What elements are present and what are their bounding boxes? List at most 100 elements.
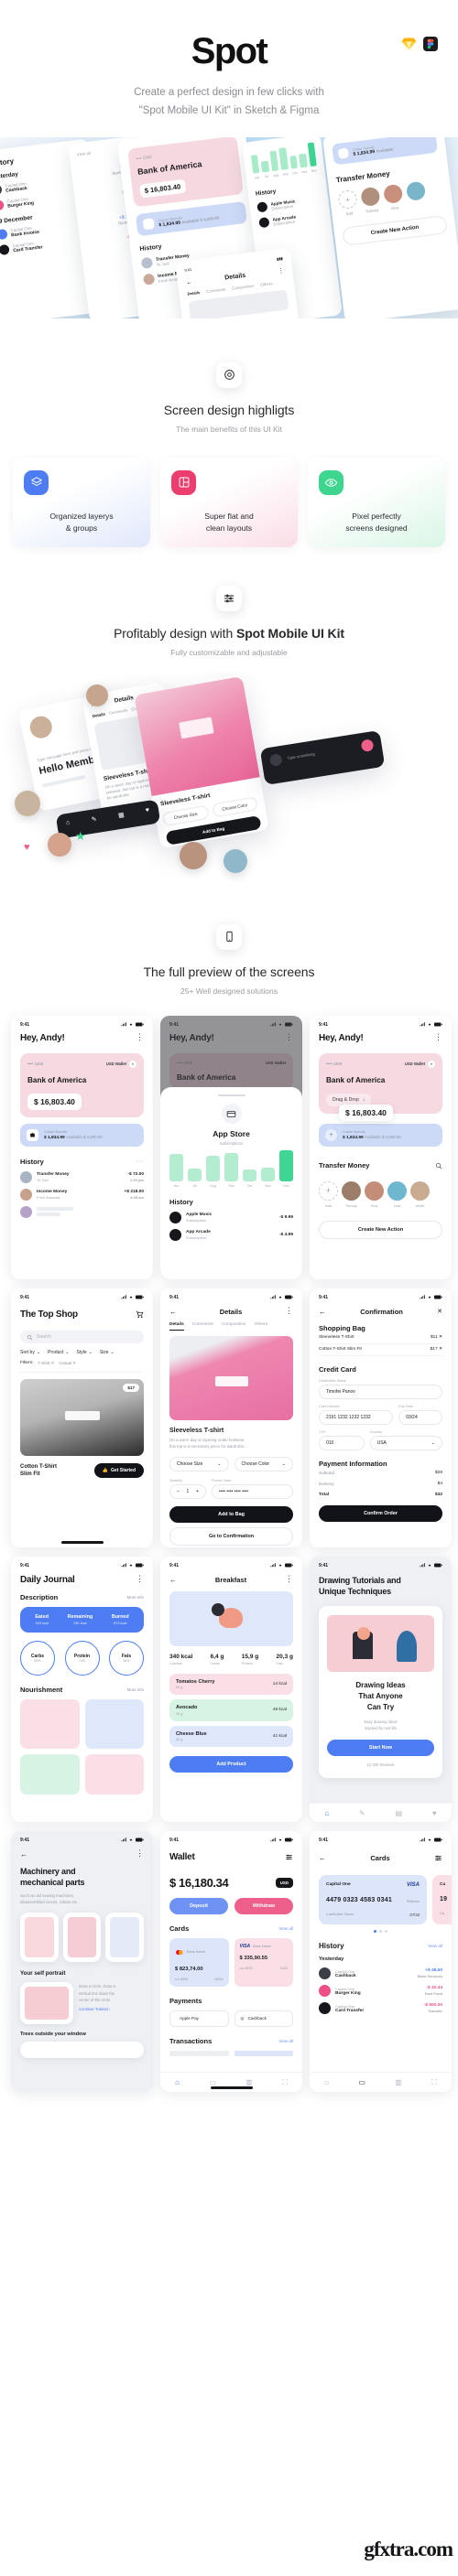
filter-chip[interactable]: Casual ✕ <box>59 1361 76 1366</box>
spends-card[interactable]: Cruise Spends $ 1,834.99 Available $ 4,5… <box>20 1123 144 1147</box>
view-all-link[interactable]: View all <box>278 2039 293 2043</box>
history-more-icon[interactable]: ··· <box>136 1159 145 1165</box>
tab-heart-icon[interactable]: ♥ <box>432 1809 437 1817</box>
nourishment-illustration[interactable] <box>20 1698 80 1749</box>
start-now-button[interactable]: Start Now <box>327 1740 434 1757</box>
more-info-link[interactable]: More info <box>127 1595 144 1600</box>
tab-pen-icon[interactable]: ✎ <box>359 1809 365 1817</box>
close-icon[interactable]: ✕ <box>437 1308 442 1315</box>
dropdown-product[interactable]: Product ⌄ <box>48 1350 69 1355</box>
pager-dot[interactable] <box>385 1929 387 1933</box>
product-image[interactable]: $17 <box>20 1378 144 1456</box>
exp-input[interactable]: 03/24 <box>398 1409 442 1425</box>
credit-card-primary[interactable]: Capital One VISA 4479 0323 4583 0341 Pla… <box>319 1874 427 1924</box>
showcase-chat-bar[interactable]: Type something <box>259 729 386 785</box>
history-item[interactable]: Capital One Cashback +$ 48.50 Bank Servi… <box>319 1967 442 1979</box>
back-icon[interactable]: ← <box>169 1576 177 1584</box>
next-tutorial-card[interactable] <box>20 2042 144 2059</box>
feature-card-pixel[interactable]: Pixel perfectly screens designed <box>308 457 445 547</box>
product-image[interactable] <box>169 1335 293 1420</box>
screen-breakfast[interactable]: 9:41 ← Breakfast ⋮ 340 kcal Calories 6,4… <box>160 1556 302 1822</box>
history-item[interactable]: Income Money From Amanda +$ 218.00 4:45 … <box>20 1188 144 1201</box>
sheet-grabber[interactable] <box>217 1094 245 1097</box>
deposit-button[interactable]: Deposit <box>169 1897 228 1914</box>
withdraw-button[interactable]: Withdraw <box>234 1897 293 1914</box>
toolbar-home-icon[interactable]: ⌂ <box>66 819 71 827</box>
more-icon[interactable]: ⋮ <box>136 1574 144 1583</box>
history-item[interactable]: Capital One Burger King -$ 32.44 Fast Fo… <box>319 1984 442 1997</box>
add-to-bag-button[interactable]: Add to Bag <box>169 1505 293 1523</box>
tab-composition[interactable]: Composition <box>222 1322 246 1331</box>
screen-top-shop[interactable]: 9:41 The Top Shop Search Sort by ⌄ Produ… <box>11 1288 153 1547</box>
dropdown-size[interactable]: Size ⌄ <box>100 1350 114 1355</box>
tab-details[interactable]: Details <box>169 1322 184 1331</box>
showcase-choose-color[interactable]: Choose Color <box>211 795 258 818</box>
mini-card-mastercard[interactable]: Bank Name $ 823,74.00 •••• 8293 06/24 <box>169 1937 229 1987</box>
screen-drawing-tutorials[interactable]: 9:41 Drawing Tutorials and Unique Techni… <box>310 1556 452 1822</box>
contact-item[interactable]: Amile <box>410 1180 430 1208</box>
history-item[interactable]: Apple Music Subscription -$ 9.99 <box>169 1212 293 1224</box>
pager-dot[interactable] <box>374 1929 376 1933</box>
nourishment-illustration[interactable] <box>20 1753 80 1795</box>
back-icon[interactable]: ← <box>319 1308 326 1316</box>
food-item[interactable]: Avocado 30 g 48 kcal <box>169 1699 293 1721</box>
mini-card-visa[interactable]: VISA Bank Name $ 335,90.55 •••• 9073 11/… <box>234 1937 293 1987</box>
figma-icon[interactable] <box>423 36 438 51</box>
screen-home-wallet[interactable]: 9:41 Hey, Andy! ⋮ •••• 2369 USD Wallet ▾… <box>11 1015 153 1279</box>
remove-icon[interactable]: ✕ <box>439 1335 442 1340</box>
back-icon[interactable]: ← <box>319 1854 326 1862</box>
search-icon[interactable] <box>435 1158 442 1174</box>
tab-others[interactable]: Others <box>255 1322 267 1331</box>
cvv-input[interactable]: 010 <box>319 1435 365 1450</box>
cart-icon[interactable] <box>136 1307 144 1323</box>
view-all-link[interactable]: View all <box>428 1944 442 1948</box>
bank-card[interactable]: •••• 2369 USD Wallet ▾ Bank of America $… <box>20 1052 144 1117</box>
tab-home-icon[interactable]: ⌂ <box>324 2078 329 2086</box>
go-to-confirmation-button[interactable]: Go to Confirmation <box>169 1526 293 1546</box>
tab-scan-icon[interactable]: ⛶ <box>282 2078 288 2087</box>
screen-daily-journal[interactable]: 9:41 Daily Journal ⋮ Description More in… <box>11 1556 153 1822</box>
payment-chip-apple-pay[interactable]: Apple Pay <box>169 2010 229 2027</box>
tab-book-icon[interactable]: ▤ <box>396 1809 403 1817</box>
tab-comments[interactable]: Comments <box>192 1322 213 1331</box>
history-item[interactable] <box>20 1205 144 1218</box>
more-icon[interactable]: ⋮ <box>136 1032 144 1041</box>
decrement-icon[interactable]: – <box>177 1489 180 1494</box>
feature-card-layouts[interactable]: Super flat and clean layouts <box>160 457 298 547</box>
pager-dot[interactable] <box>379 1929 382 1933</box>
screen-cards[interactable]: 9:41 ← Cards Capital One VISA 4479 0323 … <box>310 1830 452 2092</box>
tab-stats-icon[interactable]: ▥ <box>245 2078 253 2086</box>
contact-item[interactable]: Tommy <box>342 1180 361 1208</box>
dropdown-style[interactable]: Style ⌄ <box>76 1350 92 1355</box>
contact-item[interactable]: Lisa <box>387 1180 407 1208</box>
continue-tutorial-link[interactable]: Continue Tutorial › <box>79 2006 144 2012</box>
toolbar-pen-icon[interactable]: ✎ <box>91 815 97 823</box>
tab-stats-icon[interactable]: ▥ <box>395 2078 402 2086</box>
tab-scan-icon[interactable]: ⛶ <box>431 2078 437 2087</box>
screen-confirmation[interactable]: 9:41 ← Confirmation ✕ Shopping Bag Sleev… <box>310 1288 452 1547</box>
nourishment-illustration[interactable] <box>84 1698 144 1749</box>
more-icon[interactable]: ⋮ <box>434 1032 442 1041</box>
tab-home-icon[interactable]: ⌂ <box>175 2078 180 2086</box>
plus-icon[interactable]: + <box>325 1128 337 1141</box>
choose-size-select[interactable]: Choose Size ⌄ <box>169 1456 229 1471</box>
increment-icon[interactable]: + <box>196 1489 199 1494</box>
food-item[interactable]: Cheese Blue 40 g 41 kcal <box>169 1725 293 1748</box>
confirm-order-button[interactable]: Confirm Order <box>319 1504 442 1522</box>
toolbar-heart-icon[interactable]: ♥ <box>145 806 149 814</box>
chevron-down-icon[interactable]: ▾ <box>129 1060 136 1068</box>
tab-card-icon[interactable]: ▭ <box>358 2078 365 2086</box>
screen-subscriptions-sheet[interactable]: 9:41 Hey, Andy! ⋮ •••• 2369 USD Wallet <box>160 1015 302 1279</box>
screen-transfer-money[interactable]: 9:41 Hey, Andy! ⋮ •••• 2369 USD Wallet ▾… <box>310 1015 452 1279</box>
choose-color-select[interactable]: Choose Color ⌄ <box>234 1456 293 1471</box>
payment-chip-cashback[interactable]: ◎ Cashback <box>234 2010 293 2027</box>
contact-add[interactable]: + Add <box>319 1180 338 1208</box>
back-icon[interactable]: ← <box>20 1850 27 1859</box>
sketch-icon[interactable] <box>401 36 417 51</box>
history-item[interactable]: App Arcade Subscription -$ 4.99 <box>169 1229 293 1242</box>
view-all-link[interactable]: View all <box>278 1926 293 1931</box>
tab-home-icon[interactable]: ⌂ <box>324 1809 329 1817</box>
nourishment-illustration[interactable] <box>84 1753 144 1795</box>
card-pager[interactable] <box>319 1929 442 1933</box>
add-product-button[interactable]: Add Product <box>169 1756 293 1773</box>
